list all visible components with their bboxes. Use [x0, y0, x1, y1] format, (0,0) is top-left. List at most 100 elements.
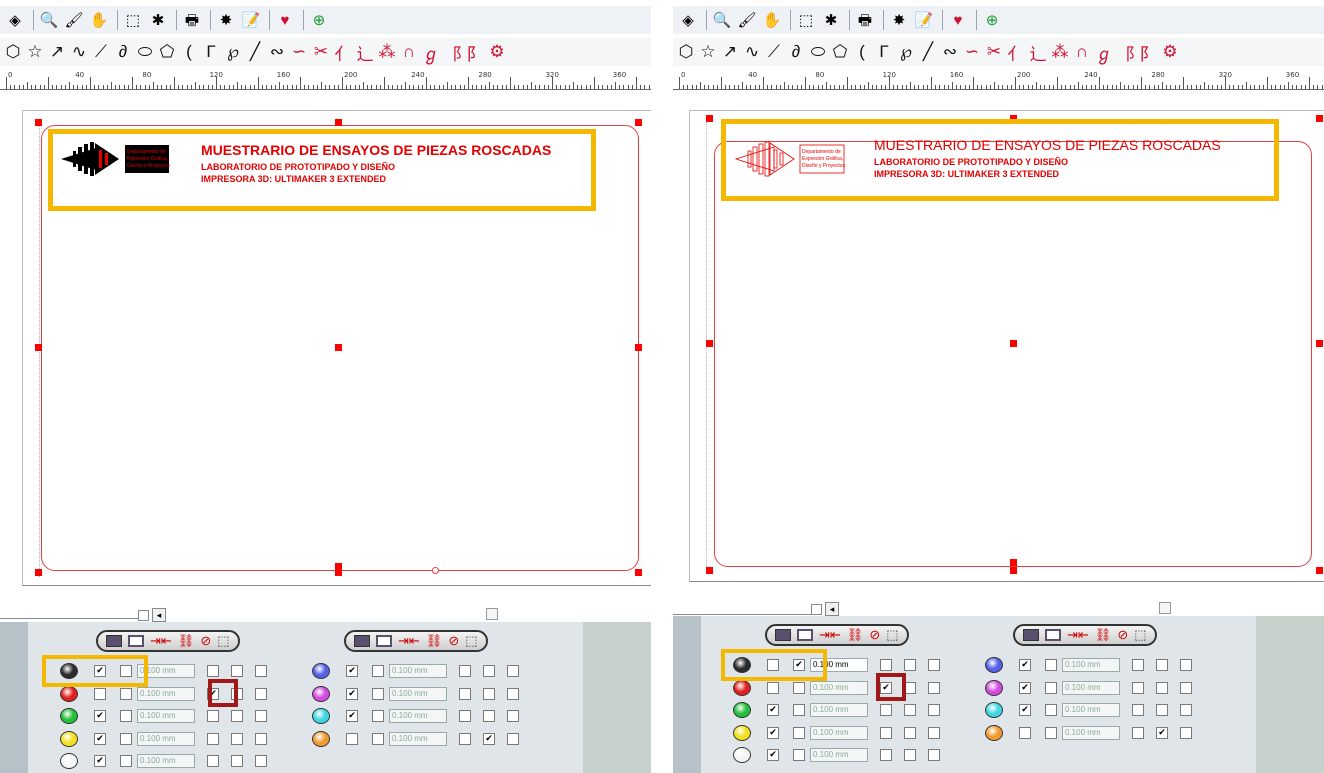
layer-visible-checkbox[interactable]: ✔: [1019, 681, 1031, 694]
layer-thickness-field[interactable]: 0.100 mm: [137, 731, 195, 746]
layer-option-checkbox[interactable]: [880, 659, 892, 671]
layer-row[interactable]: 0.100 mm ✔: [312, 728, 519, 750]
layer-option-checkbox[interactable]: [255, 665, 267, 677]
notes-icon[interactable]: 📝: [913, 9, 935, 31]
shape-tool-icon[interactable]: ∂: [112, 41, 134, 63]
layer-color-swatch[interactable]: [733, 724, 751, 741]
layer-option-checkbox[interactable]: [507, 732, 519, 745]
selection-handle[interactable]: [35, 344, 42, 351]
layer-color-swatch[interactable]: [312, 708, 330, 724]
shape-tool-icon[interactable]: Γ: [200, 41, 222, 63]
layer-thickness-field[interactable]: 0.100 mm: [389, 731, 447, 746]
laser-icon[interactable]: ✸: [215, 9, 237, 31]
layer-thickness-field[interactable]: 0.100 mm: [137, 709, 195, 723]
dashed-box-icon[interactable]: ⬚: [217, 633, 229, 649]
layer-option-checkbox[interactable]: [483, 687, 495, 700]
shape-tool-icon[interactable]: ℘: [222, 41, 244, 63]
layer-row[interactable]: ✔ 0.100 mm: [733, 744, 940, 766]
cut-line-icon[interactable]: ⇥⇤: [398, 633, 420, 649]
layer-engrave-checkbox[interactable]: [120, 687, 132, 700]
layer-option-checkbox[interactable]: [880, 749, 892, 761]
layer-option-checkbox[interactable]: [1156, 704, 1168, 716]
layer-option-checkbox[interactable]: [255, 710, 267, 722]
shape-tool-icon[interactable]: ⻏: [1115, 41, 1137, 64]
layer-option-checkbox[interactable]: [1180, 726, 1192, 739]
shape-tool-icon[interactable]: ℊ: [420, 41, 442, 64]
layer-visible-checkbox[interactable]: ✔: [346, 710, 358, 722]
layer-option-checkbox[interactable]: [1132, 704, 1144, 716]
shape-tool-icon[interactable]: ℘: [895, 41, 917, 63]
snowflake-icon[interactable]: ✱: [147, 9, 169, 31]
select-icon[interactable]: ⬚: [795, 9, 817, 31]
layer-color-swatch[interactable]: [60, 685, 78, 702]
layer-thickness-field[interactable]: 0.100 mm: [389, 686, 447, 701]
selection-handle[interactable]: [335, 563, 342, 570]
shape-tool-icon[interactable]: (: [178, 41, 200, 63]
cut-line-icon[interactable]: ⇥⇤: [150, 633, 172, 649]
shape-tool-icon[interactable]: ╱: [244, 41, 266, 63]
shape-tool-icon[interactable]: ⚙: [486, 41, 508, 63]
link-layer-icon[interactable]: ⛓: [1095, 627, 1112, 643]
selection-handle[interactable]: [706, 340, 713, 347]
layer-row[interactable]: ✔ 0.100 mm: [985, 699, 1192, 721]
shape-tool-icon[interactable]: ⁂: [376, 41, 398, 63]
layer-engrave-checkbox[interactable]: [793, 704, 805, 716]
shape-tool-icon[interactable]: ∂: [785, 41, 807, 63]
layer-engrave-checkbox[interactable]: [372, 710, 384, 722]
layer-thickness-field[interactable]: 0.100 mm: [810, 748, 868, 762]
layer-color-swatch[interactable]: [985, 679, 1003, 696]
layer-thickness-field[interactable]: 0.100 mm: [389, 709, 447, 723]
brush-icon[interactable]: 🖌: [63, 9, 85, 31]
shape-tool-icon[interactable]: ✂: [310, 41, 332, 63]
layer-row[interactable]: ✔ 0.100 mm: [733, 699, 940, 721]
selection-handle[interactable]: [1010, 559, 1017, 566]
layer-thickness-field[interactable]: 0.100 mm: [1062, 725, 1120, 740]
layer-option-checkbox[interactable]: [231, 710, 243, 722]
layer-option-checkbox[interactable]: [255, 755, 267, 767]
layer-thickness-field[interactable]: 0.100 mm: [810, 680, 868, 695]
layer-option-checkbox[interactable]: [1132, 726, 1144, 739]
layer-option-checkbox[interactable]: [231, 755, 243, 767]
selection-handle[interactable]: [635, 344, 642, 351]
layer-color-swatch[interactable]: [312, 685, 330, 702]
scroll-thumb[interactable]: [486, 608, 498, 620]
layer-row[interactable]: ✔ 0.100 mm: [985, 654, 1192, 676]
shape-tool-icon[interactable]: ∿: [741, 41, 763, 63]
shape-tool-icon[interactable]: ⟋: [763, 41, 785, 63]
hand-icon[interactable]: ✋: [88, 9, 110, 31]
layer-visible-checkbox[interactable]: ✔: [94, 710, 106, 722]
layers-icon[interactable]: ◈: [677, 9, 699, 31]
layer-engrave-checkbox[interactable]: [1045, 726, 1057, 739]
dashed-box-icon[interactable]: ⬚: [1134, 627, 1146, 643]
layer-option-checkbox[interactable]: [904, 659, 916, 671]
shape-tool-icon[interactable]: ⻏: [442, 41, 464, 64]
select-icon[interactable]: ⬚: [122, 9, 144, 31]
fill-mode-icon[interactable]: [775, 629, 791, 641]
selection-handle[interactable]: [335, 569, 342, 576]
shape-tool-icon[interactable]: ∿: [68, 41, 90, 63]
outline-mode-icon[interactable]: [128, 635, 144, 647]
layer-visible-checkbox[interactable]: ✔: [94, 732, 106, 745]
layer-option-checkbox[interactable]: [459, 687, 471, 700]
print-icon[interactable]: 🖶: [854, 9, 876, 31]
shape-tool-icon[interactable]: ⻌: [354, 41, 376, 64]
layers-icon[interactable]: ◈: [4, 9, 26, 31]
shape-tool-icon[interactable]: ⬡: [675, 41, 697, 63]
layer-option-checkbox[interactable]: [207, 710, 219, 722]
shape-tool-icon[interactable]: ∽: [961, 41, 983, 63]
selection-handle[interactable]: [335, 119, 342, 126]
brush-icon[interactable]: 🖌: [736, 9, 758, 31]
layer-visible-checkbox[interactable]: ✔: [767, 749, 779, 761]
outline-mode-icon[interactable]: [797, 629, 813, 641]
layer-row[interactable]: ✔ 0.100 mm: [60, 705, 267, 727]
layer-option-checkbox[interactable]: [207, 755, 219, 767]
layer-option-checkbox[interactable]: [507, 710, 519, 722]
layer-mode-toolbar[interactable]: ⇥⇤ ⛓ ⊘ ⬚: [765, 624, 909, 646]
layer-mode-toolbar[interactable]: ⇥⇤ ⛓ ⊘ ⬚: [96, 630, 240, 652]
layer-option-checkbox[interactable]: [880, 726, 892, 739]
shape-tool-icon[interactable]: ☆: [697, 41, 719, 63]
layer-color-swatch[interactable]: [60, 753, 78, 769]
selection-handle[interactable]: [635, 119, 642, 126]
layer-option-checkbox[interactable]: [928, 681, 940, 694]
layer-thickness-field[interactable]: 0.100 mm: [810, 725, 868, 740]
